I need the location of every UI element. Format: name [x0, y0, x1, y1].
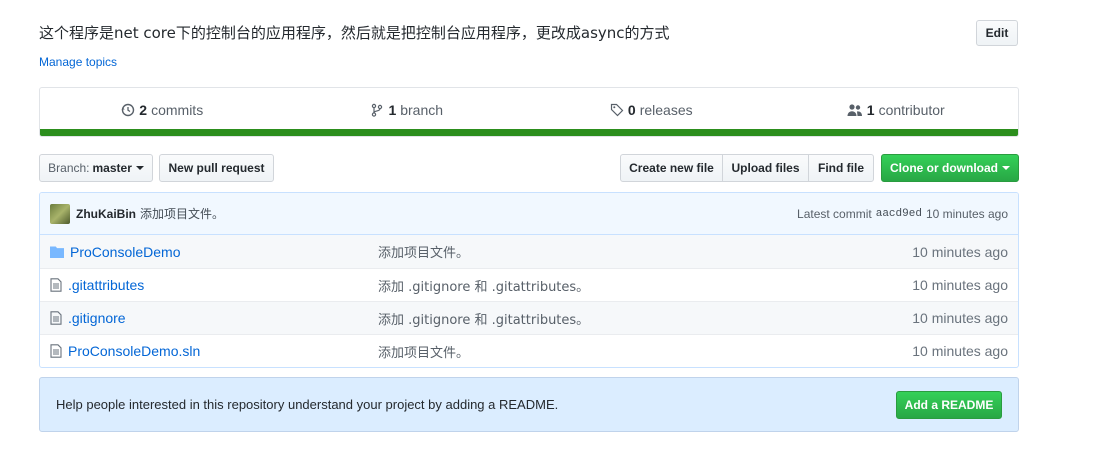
latest-commit-info: Latest commit aacd9ed 10 minutes ago [797, 207, 1008, 221]
folder-icon [50, 246, 64, 258]
releases-label: releases [639, 101, 693, 118]
file-actions-group: Create new file Upload files Find file [620, 154, 874, 182]
tag-icon [610, 103, 624, 116]
branches-label: branch [400, 101, 444, 118]
releases-number: 0 [627, 101, 636, 118]
table-row: ProConsoleDemo.sln 添加项目文件。 10 minutes ag… [40, 334, 1018, 367]
commits-number: 2 [139, 101, 148, 118]
language-bar[interactable] [40, 129, 1018, 136]
table-row: .gitignore 添加 .gitignore 和 .gitattribute… [40, 301, 1018, 334]
latest-commit-bar: ZhuKaiBin 添加项目文件。 Latest commit aacd9ed … [40, 193, 1018, 235]
file-commit-message[interactable]: 添加 .gitignore 和 .gitattributes。 [378, 309, 912, 328]
add-readme-button[interactable]: Add a README [896, 390, 1002, 419]
contributors-count[interactable]: 1 contributor [774, 102, 1019, 118]
file-icon [50, 311, 62, 325]
create-new-file-button[interactable]: Create new file [620, 154, 723, 182]
repo-summary: 2 commits 1 branch 0 releases 1 contribu… [39, 87, 1019, 137]
find-file-button[interactable]: Find file [808, 154, 874, 182]
chevron-down-icon [1002, 166, 1010, 170]
branch-value: master [92, 161, 132, 175]
history-icon [121, 103, 135, 116]
file-commit-message[interactable]: 添加项目文件。 [378, 242, 912, 261]
new-pull-request-button[interactable]: New pull request [159, 154, 274, 182]
edit-description-button[interactable]: Edit [976, 20, 1018, 46]
branches-count[interactable]: 1 branch [285, 102, 530, 118]
releases-count[interactable]: 0 releases [529, 102, 774, 118]
clone-download-button[interactable]: Clone or download [881, 154, 1019, 182]
file-age: 10 minutes ago [912, 310, 1008, 326]
commit-age: 10 minutes ago [925, 206, 1008, 221]
commit-sha[interactable]: aacd9ed [876, 208, 922, 220]
latest-commit-label: Latest commit [797, 206, 872, 221]
file-icon [50, 344, 62, 358]
file-age: 10 minutes ago [912, 243, 1008, 260]
commits-count[interactable]: 2 commits [40, 102, 285, 118]
branches-number: 1 [388, 101, 397, 118]
file-name[interactable]: ProConsoleDemo [70, 244, 181, 260]
clone-label: Clone or download [890, 161, 998, 175]
avatar[interactable] [50, 203, 70, 224]
commits-label: commits [151, 101, 204, 118]
repo-description: 这个程序是net core下的控制台的应用程序，然后就是把控制台应用程序，更改成… [39, 24, 670, 42]
commit-author[interactable]: ZhuKaiBin [76, 207, 136, 221]
contributors-label: contributor [878, 101, 945, 118]
file-list: ZhuKaiBin 添加项目文件。 Latest commit aacd9ed … [39, 192, 1019, 368]
readme-prompt-text: Help people interested in this repositor… [56, 397, 559, 412]
file-age: 10 minutes ago [912, 343, 1008, 359]
file-name[interactable]: ProConsoleDemo.sln [68, 343, 200, 359]
manage-topics-link[interactable]: Manage topics [39, 55, 117, 69]
chevron-down-icon [135, 166, 144, 170]
commit-message[interactable]: 添加项目文件。 [140, 205, 224, 222]
file-icon [50, 278, 62, 292]
readme-prompt: Help people interested in this repositor… [39, 377, 1019, 432]
upload-files-button[interactable]: Upload files [722, 154, 809, 182]
branch-select-button[interactable]: Branch: master [39, 154, 153, 182]
contributors-number: 1 [866, 101, 875, 118]
file-age: 10 minutes ago [912, 277, 1008, 293]
table-row: .gitattributes 添加 .gitignore 和 .gitattri… [40, 268, 1018, 301]
file-commit-message[interactable]: 添加 .gitignore 和 .gitattributes。 [378, 276, 912, 295]
people-icon [847, 103, 862, 116]
file-name[interactable]: .gitignore [68, 310, 126, 326]
file-name[interactable]: .gitattributes [68, 277, 144, 293]
file-commit-message[interactable]: 添加项目文件。 [378, 342, 912, 361]
table-row: ProConsoleDemo 添加项目文件。 10 minutes ago [40, 235, 1018, 268]
branch-label: Branch: [48, 161, 90, 175]
file-rows: ProConsoleDemo 添加项目文件。 10 minutes ago .g… [40, 235, 1018, 367]
branch-icon [372, 103, 383, 117]
